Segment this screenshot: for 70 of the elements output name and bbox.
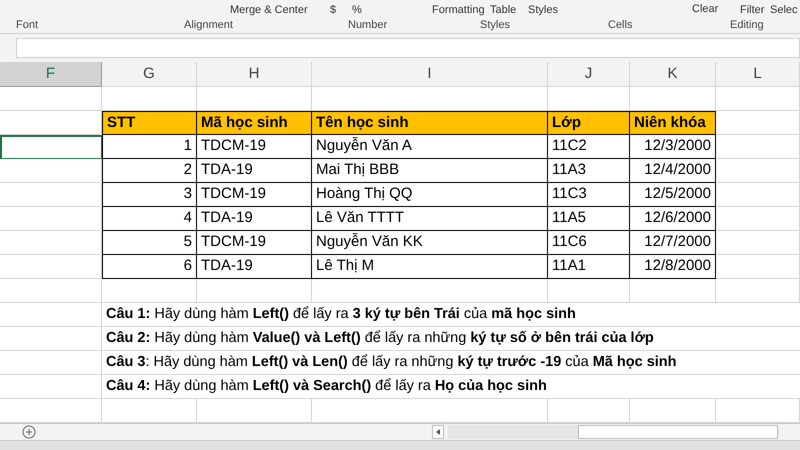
question-text: Câu 2: Hãy dùng hàm Value() và Left() để lấy ra những ký tự số ở bên trái của lớp — [106, 328, 654, 348]
column-header[interactable]: H — [197, 62, 312, 87]
table-cell-text: TDCM-19 — [201, 184, 266, 204]
header-cell-text: Lớp — [552, 112, 581, 133]
table-cell-text: 2 — [184, 160, 192, 180]
question-text: Câu 4: Hãy dùng hàm Left() và Search() để lấy ra Họ của học sinh — [106, 376, 547, 396]
ribbon-button[interactable]: % — [352, 2, 362, 18]
add-sheet-icon[interactable] — [22, 425, 36, 439]
ribbon-button[interactable]: Clear — [692, 1, 718, 18]
table-cell-text: 11A5 — [552, 208, 586, 228]
formula-bar[interactable] — [16, 38, 800, 58]
table-cell-text: TDA-19 — [201, 256, 253, 276]
table-cell-text: 12/3/2000 — [644, 136, 711, 156]
column-header[interactable]: J — [548, 62, 630, 87]
column-header[interactable]: G — [102, 62, 197, 87]
column-header[interactable]: F — [0, 62, 102, 87]
grid-cell[interactable]: Câu 1: Hãy dùng hàm Left() để lấy ra 3 ký tự bên Trái của mã học sinh — [102, 303, 800, 327]
table-cell-text: 12/6/2000 — [644, 208, 711, 228]
table-cell-text: Hoàng Thị QQ — [316, 184, 412, 204]
table-cell-text: 12/5/2000 — [644, 184, 711, 204]
ribbon-group-label: Font — [16, 18, 38, 33]
table-cell-text: 11A3 — [552, 160, 586, 180]
horizontal-scrollbar[interactable] — [448, 425, 778, 439]
ribbon-button[interactable]: Formatting — [432, 2, 485, 18]
table-cell-text: Lê Thị M — [316, 256, 374, 276]
header-cell-text: STT — [107, 112, 136, 133]
table-cell-text: 11C6 — [552, 232, 587, 252]
ribbon-group-label: Alignment — [184, 18, 233, 33]
table-cell-text: 12/7/2000 — [644, 232, 711, 252]
table-cell-text: 12/4/2000 — [644, 160, 711, 180]
question-text: Câu 1: Hãy dùng hàm Left() để lấy ra 3 ký tự bên Trái của mã học sinh — [106, 304, 576, 324]
ribbon-button[interactable]: Styles — [528, 2, 558, 18]
grid-cell[interactable]: Câu 2: Hãy dùng hàm Value() và Left() để lấy ra những ký tự số ở bên trái của lớp — [102, 327, 800, 351]
table-cell-text: 11C2 — [552, 136, 587, 156]
ribbon-button[interactable]: Table — [490, 2, 516, 18]
grid-cell[interactable]: Câu 4: Hãy dùng hàm Left() và Search() để lấy ra Họ của học sinh — [102, 375, 800, 399]
ribbon-button[interactable]: Filter — [740, 2, 764, 18]
column-header[interactable]: K — [630, 62, 716, 87]
table-cell-text: 6 — [184, 256, 192, 276]
left-arrow-icon — [436, 429, 440, 435]
table-cell-text: 11A1 — [552, 256, 586, 276]
ribbon-button[interactable]: $ — [330, 2, 336, 18]
scroll-left-button[interactable] — [432, 425, 444, 439]
ribbon-group-label: Cells — [608, 18, 632, 33]
column-header[interactable]: L — [716, 62, 800, 87]
ribbon-group-label: Editing — [730, 18, 764, 33]
table-cell-text: 5 — [184, 232, 192, 252]
table-cell-text: TDA-19 — [201, 208, 253, 228]
header-cell-text: Tên học sinh — [316, 112, 409, 133]
question-text: Câu 3: Hãy dùng hàm Left() và Len() để lấy ra những ký tự trước -19 của Mã học sinh — [106, 352, 677, 372]
ribbon-button[interactable]: Merge & Center — [230, 2, 308, 18]
table-cell-text: 1 — [184, 136, 192, 156]
column-header[interactable]: I — [312, 62, 548, 87]
table-cell-text: Nguyễn Văn KK — [316, 232, 423, 252]
table-cell-text: 11C3 — [552, 184, 587, 204]
ribbon-group-label: Styles — [480, 18, 510, 33]
table-cell-text: Mai Thị BBB — [316, 160, 400, 180]
table-cell-text: Nguyễn Văn A — [316, 136, 412, 156]
table-cell-text: 3 — [184, 184, 192, 204]
table-cell-text: TDA-19 — [201, 160, 253, 180]
grid-cell[interactable]: Câu 3: Hãy dùng hàm Left() và Len() để lấy ra những ký tự trước -19 của Mã học sinh — [102, 351, 800, 375]
header-cell-text: Niên khóa — [634, 112, 706, 133]
table-cell-text: TDCM-19 — [201, 232, 266, 252]
table-cell-text: Lê Văn TTTT — [316, 208, 404, 228]
header-cell-text: Mã học sinh — [201, 112, 288, 133]
table-cell-text: 12/8/2000 — [644, 256, 711, 276]
table-cell-text: TDCM-19 — [201, 136, 266, 156]
ribbon-button[interactable]: Selec — [770, 2, 798, 18]
table-cell-text: 4 — [184, 208, 192, 228]
ribbon-group-label: Number — [348, 18, 388, 33]
